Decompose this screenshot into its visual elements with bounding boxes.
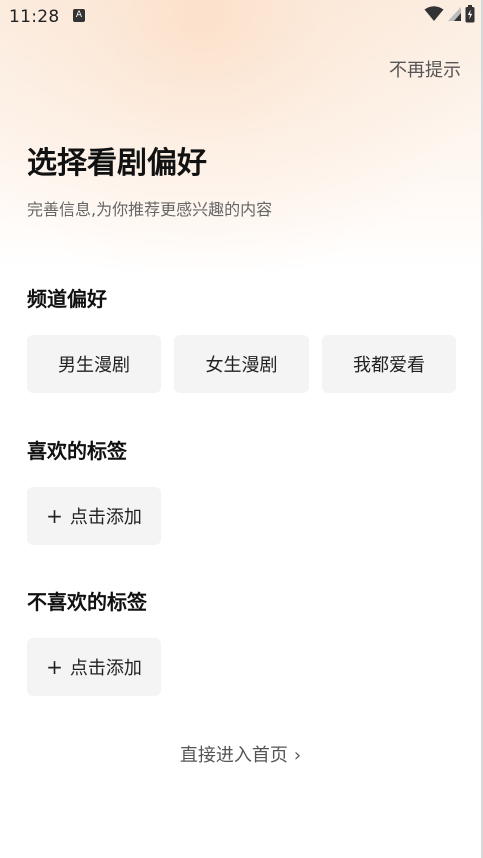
status-time: 11:28	[9, 7, 60, 27]
channel-preference-label: 频道偏好	[27, 287, 107, 311]
page-title: 选择看剧偏好	[27, 146, 207, 181]
battery-charging-icon	[465, 5, 475, 27]
preference-screen: 11:28 A 不再提示 选择看剧偏好 完善信息,为你推荐更感兴趣的内容 频道偏…	[0, 0, 481, 858]
cell-signal-icon	[447, 6, 462, 26]
add-liked-tag-label: 点击添加	[69, 507, 142, 528]
plus-icon: +	[46, 655, 63, 679]
add-disliked-tag-label: 点击添加	[69, 658, 142, 679]
status-bar: 11:28 A	[0, 0, 481, 34]
enter-homepage-label: 直接进入首页	[179, 745, 288, 766]
text-a-icon: A	[73, 9, 85, 22]
add-liked-tag-button[interactable]: + 点击添加	[27, 487, 161, 545]
liked-tags-label: 喜欢的标签	[27, 439, 127, 463]
header-gradient	[0, 0, 481, 270]
disliked-tags-label: 不喜欢的标签	[27, 590, 147, 614]
status-icons	[424, 5, 475, 27]
enter-homepage-button[interactable]: 直接进入首页 ›	[0, 741, 481, 767]
page-subtitle: 完善信息,为你推荐更感兴趣的内容	[27, 200, 273, 219]
chevron-right-icon: ›	[293, 745, 302, 766]
plus-icon: +	[46, 504, 63, 528]
add-disliked-tag-button[interactable]: + 点击添加	[27, 638, 161, 696]
channel-option-female[interactable]: 女生漫剧	[174, 335, 309, 393]
channel-option-both[interactable]: 我都爱看	[322, 335, 456, 393]
channel-option-male[interactable]: 男生漫剧	[27, 335, 161, 393]
dont-remind-again-button[interactable]: 不再提示	[389, 56, 461, 82]
wifi-icon	[424, 6, 444, 26]
